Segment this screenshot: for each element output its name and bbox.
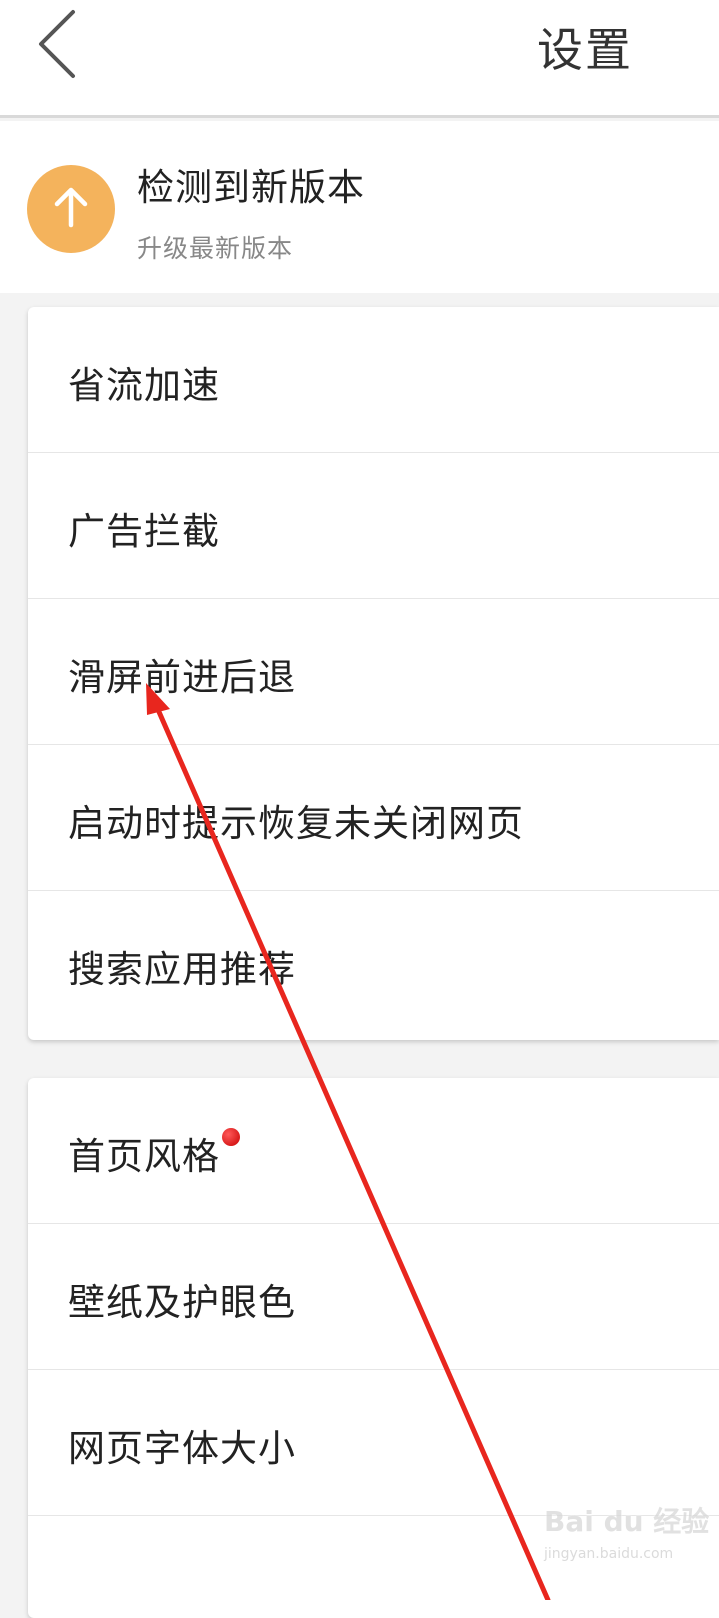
chevron-left-icon (35, 8, 79, 84)
setting-label: 启动时提示恢复未关闭网页 (68, 802, 524, 845)
setting-swipe-navigation[interactable]: 滑屏前进后退 (28, 599, 719, 745)
setting-label: 广告拦截 (68, 510, 220, 553)
setting-label: 滑屏前进后退 (68, 656, 296, 699)
top-app-bar: 设置 (0, 0, 719, 118)
update-available-banner[interactable]: 检测到新版本 升级最新版本 (0, 121, 719, 293)
setting-label: 首页风格 (68, 1135, 220, 1178)
update-subtitle: 升级最新版本 (137, 234, 294, 263)
setting-label: 壁纸及护眼色 (68, 1281, 296, 1324)
setting-search-app-recommend[interactable]: 搜索应用推荐 (28, 891, 719, 1037)
setting-label: 省流加速 (68, 364, 220, 407)
setting-label: 搜索应用推荐 (68, 948, 296, 991)
back-button[interactable] (22, 6, 92, 86)
page-title: 设置 (537, 23, 633, 77)
setting-data-saving[interactable]: 省流加速 (28, 307, 719, 453)
baidu-jingyan-watermark: Bai du 经验 jingyan.baidu.com (540, 1494, 712, 1574)
arrow-up-icon (51, 185, 91, 233)
setting-homepage-style[interactable]: 首页风格 (28, 1078, 719, 1224)
update-title: 检测到新版本 (137, 166, 365, 209)
setting-label-with-badge: 首页风格 (68, 1126, 240, 1180)
setting-wallpaper-eye-care[interactable]: 壁纸及护眼色 (28, 1224, 719, 1370)
settings-group-browsing: 省流加速 广告拦截 滑屏前进后退 启动时提示恢复未关闭网页 搜索应用推荐 (28, 307, 719, 1040)
new-badge-dot (222, 1128, 240, 1146)
setting-restore-tabs-prompt[interactable]: 启动时提示恢复未关闭网页 (28, 745, 719, 891)
watermark-text: Bai du 经验 (544, 1505, 710, 1538)
watermark-url: jingyan.baidu.com (544, 1546, 674, 1562)
setting-ad-block[interactable]: 广告拦截 (28, 453, 719, 599)
setting-label: 网页字体大小 (68, 1427, 296, 1470)
update-badge (27, 165, 115, 253)
